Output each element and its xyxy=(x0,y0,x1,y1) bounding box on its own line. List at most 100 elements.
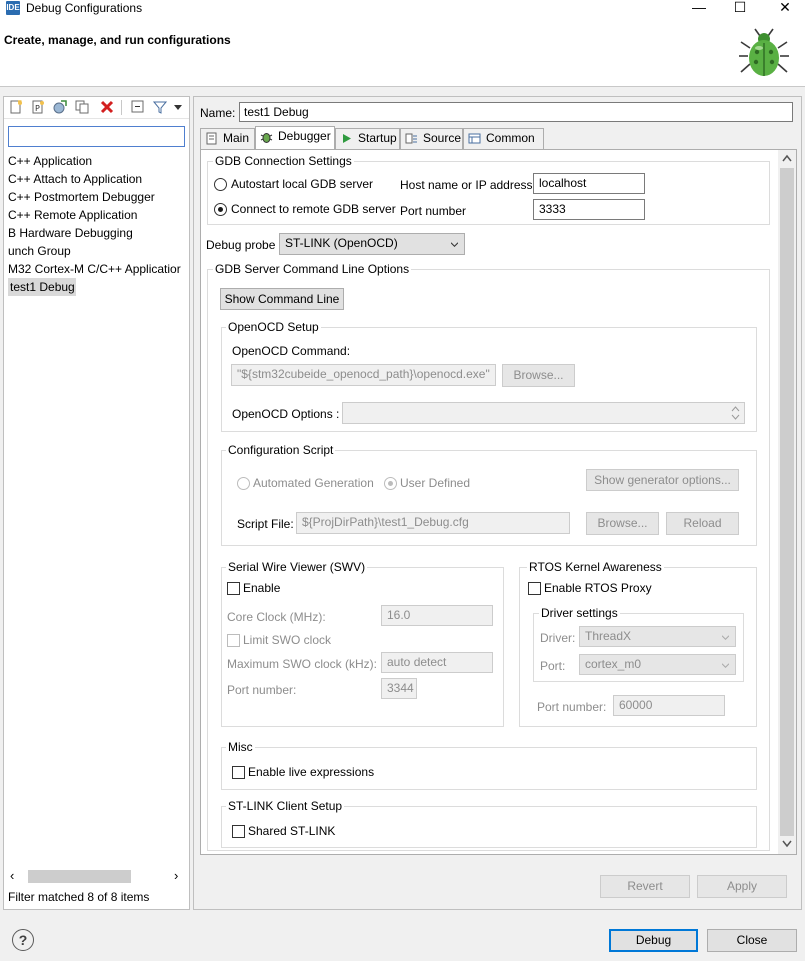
help-icon[interactable]: ? xyxy=(12,929,34,951)
tab-main[interactable]: Main xyxy=(200,128,255,149)
main-tab-icon xyxy=(206,132,217,145)
minimize-button[interactable]: — xyxy=(679,0,719,17)
core-clock-label: Core Clock (MHz): xyxy=(227,610,326,624)
common-tab-icon xyxy=(468,133,481,144)
spinner-arrows-icon[interactable] xyxy=(731,405,740,421)
group-label: Serial Wire Viewer (SWV) xyxy=(226,560,368,574)
tree-item[interactable]: C++ Postmortem Debugger xyxy=(8,188,188,206)
show-generator-options-button[interactable]: Show generator options... xyxy=(586,469,739,491)
rtos-port-select[interactable]: cortex_m0 xyxy=(579,654,736,675)
script-browse-button[interactable]: Browse... xyxy=(586,512,659,535)
tree-item[interactable]: M32 Cortex-M C/C++ Applicatior xyxy=(8,260,188,278)
user-defined-label: User Defined xyxy=(400,476,471,490)
tree-item-selected[interactable]: test1 Debug xyxy=(10,278,190,296)
automated-generation-radio[interactable] xyxy=(237,477,250,490)
maximize-button[interactable]: ☐ xyxy=(720,0,760,17)
horizontal-scrollbar[interactable]: ‹ › xyxy=(8,867,186,884)
tree-item[interactable]: B Hardware Debugging xyxy=(8,224,188,242)
scrollbar-thumb[interactable] xyxy=(780,168,794,836)
delete-icon[interactable] xyxy=(100,100,114,114)
tab-label: Debugger xyxy=(278,129,331,143)
tab-debugger[interactable]: Debugger xyxy=(255,126,335,149)
group-label: Misc xyxy=(226,740,255,754)
chevron-down-icon xyxy=(451,242,458,247)
name-input[interactable]: test1 Debug xyxy=(239,102,793,122)
group-label: GDB Server Command Line Options xyxy=(213,262,412,276)
duplicate-icon[interactable] xyxy=(75,100,89,114)
export-icon[interactable] xyxy=(53,100,67,114)
port-input[interactable]: 3333 xyxy=(533,199,645,220)
tree-item[interactable]: C++ Application xyxy=(8,152,188,170)
configuration-editor: Name: test1 Debug Main Debugger Startup … xyxy=(193,96,802,910)
swv-enable-checkbox[interactable] xyxy=(227,582,240,595)
tab-source[interactable]: Source xyxy=(400,128,463,149)
rtos-port-number-input[interactable]: 60000 xyxy=(613,695,725,716)
user-defined-radio[interactable] xyxy=(384,477,397,490)
max-swo-input[interactable]: auto detect xyxy=(381,652,493,673)
show-command-line-button[interactable]: Show Command Line xyxy=(220,288,344,310)
shared-stlink-checkbox[interactable] xyxy=(232,825,245,838)
rtos-enable-checkbox[interactable] xyxy=(528,582,541,595)
title-bar: IDE Debug Configurations — ☐ ✕ xyxy=(0,0,805,17)
remote-server-radio[interactable] xyxy=(214,203,227,216)
driver-select[interactable]: ThreadX xyxy=(579,626,736,647)
name-label: Name: xyxy=(200,106,236,120)
tree-item[interactable]: C++ Remote Application xyxy=(8,206,188,224)
swv-port-input[interactable]: 3344 xyxy=(381,678,417,699)
scroll-right-icon[interactable]: › xyxy=(174,868,178,883)
view-menu-chevron-icon[interactable] xyxy=(174,105,182,111)
debug-probe-select[interactable]: ST-LINK (OpenOCD) xyxy=(279,233,465,255)
reload-button[interactable]: Reload xyxy=(666,512,739,535)
close-window-button[interactable]: ✕ xyxy=(765,0,805,17)
max-swo-label: Maximum SWO clock (kHz): xyxy=(227,657,377,671)
tab-common[interactable]: Common xyxy=(463,128,544,149)
tab-label: Source xyxy=(423,131,462,145)
core-clock-input[interactable]: 16.0 xyxy=(381,605,493,626)
live-expressions-checkbox[interactable] xyxy=(232,766,245,779)
revert-button[interactable]: Revert xyxy=(600,875,690,898)
scroll-down-icon[interactable] xyxy=(782,840,792,848)
rtos-port-label: Port: xyxy=(540,659,566,673)
autostart-radio[interactable] xyxy=(214,178,227,191)
apply-button[interactable]: Apply xyxy=(697,875,787,898)
automated-generation-label: Automated Generation xyxy=(253,476,374,490)
left-toolbar: P xyxy=(4,97,189,119)
close-button[interactable]: Close xyxy=(707,929,797,952)
filter-input[interactable] xyxy=(8,126,185,147)
openocd-command-input[interactable]: "${stm32cubeide_openocd_path}\openocd.ex… xyxy=(231,364,496,386)
driver-value: ThreadX xyxy=(585,629,632,643)
scrollbar-thumb[interactable] xyxy=(28,870,131,883)
chevron-down-icon xyxy=(722,635,729,640)
openocd-command-label: OpenOCD Command: xyxy=(232,344,351,358)
host-input[interactable]: localhost xyxy=(533,173,645,194)
tree-item[interactable]: C++ Attach to Application xyxy=(8,170,188,188)
debug-button[interactable]: Debug xyxy=(609,929,698,952)
tab-label: Startup xyxy=(358,131,397,145)
new-configuration-icon[interactable] xyxy=(9,100,23,114)
group-label: GDB Connection Settings xyxy=(213,154,354,168)
new-prototype-icon[interactable]: P xyxy=(31,100,45,114)
scroll-left-icon[interactable]: ‹ xyxy=(10,868,14,883)
scroll-up-icon[interactable] xyxy=(782,154,792,162)
vertical-scrollbar[interactable] xyxy=(778,150,796,854)
limit-swo-checkbox[interactable] xyxy=(227,634,240,647)
filter-status: Filter matched 8 of 8 items xyxy=(8,890,150,904)
tab-startup[interactable]: Startup xyxy=(335,128,400,149)
port-label: Port number xyxy=(400,204,467,218)
banner-title: Create, manage, and run configurations xyxy=(4,33,231,47)
group-label: Driver settings xyxy=(539,606,620,620)
autostart-label: Autostart local GDB server xyxy=(231,177,374,191)
tree-item[interactable]: unch Group xyxy=(8,242,188,260)
collapse-all-icon[interactable] xyxy=(131,100,145,114)
openocd-options-input[interactable] xyxy=(342,402,745,424)
openocd-browse-button[interactable]: Browse... xyxy=(502,364,575,387)
rtos-enable-label: Enable RTOS Proxy xyxy=(544,581,652,595)
debugger-tab-content: GDB Connection Settings Autostart local … xyxy=(200,149,797,855)
script-file-input[interactable]: ${ProjDirPath}\test1_Debug.cfg xyxy=(296,512,570,534)
tab-label: Main xyxy=(223,131,250,145)
window-title: Debug Configurations xyxy=(26,1,143,15)
source-tab-icon xyxy=(405,133,417,144)
tab-label: Common xyxy=(486,131,535,145)
startup-tab-icon xyxy=(343,134,351,143)
filter-icon[interactable] xyxy=(153,100,167,114)
